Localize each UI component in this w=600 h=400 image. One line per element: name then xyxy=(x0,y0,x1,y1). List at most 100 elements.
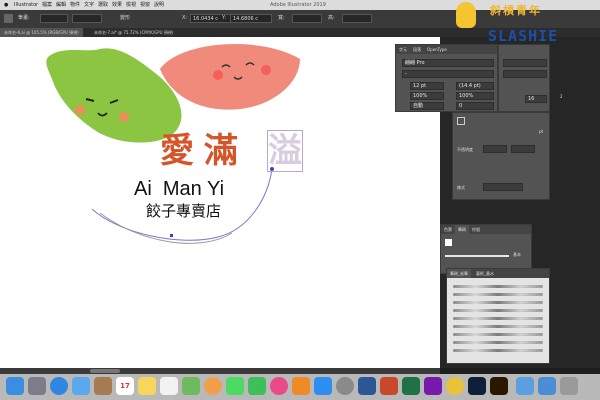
word-icon[interactable] xyxy=(358,377,376,395)
style-dropdown[interactable] xyxy=(72,14,102,23)
doc-tab-2[interactable]: 未命名-7.ai* @ 75.72% (CMYK/GPU 預視) xyxy=(90,28,177,37)
itunes-icon[interactable] xyxy=(270,377,288,395)
font-family-field[interactable]: 翩翩 Pro xyxy=(402,59,494,67)
properties-field-2[interactable] xyxy=(503,70,547,78)
chrome-icon[interactable] xyxy=(446,377,464,395)
menu-item[interactable]: 編輯 xyxy=(56,0,66,10)
apple-icon[interactable]: ● xyxy=(4,0,8,10)
profile-field[interactable] xyxy=(483,183,523,191)
tab-opentype[interactable]: OpenType xyxy=(424,45,450,54)
tab-swatches[interactable]: 色票 xyxy=(441,225,455,234)
font-size-field[interactable]: 12 pt xyxy=(410,82,444,90)
properties-panel: 16 xyxy=(498,44,550,112)
x-label: X: xyxy=(182,15,188,21)
photos-icon[interactable] xyxy=(204,377,222,395)
width-field[interactable] xyxy=(292,14,322,23)
watermark-chinese: 斜槓青年 xyxy=(490,4,542,17)
tab-ink-brushes[interactable]: 藝術_墨水 xyxy=(473,269,497,278)
basic-brush-stroke[interactable] xyxy=(445,255,509,257)
mail-icon[interactable] xyxy=(72,377,90,395)
character-panel-header: 字元 段落 OpenType xyxy=(396,45,497,54)
logo-title: 愛滿 xyxy=(160,131,248,171)
character-panel: 字元 段落 OpenType 翩翩 Pro - 12 pt (14.4 pt) … xyxy=(395,44,498,112)
tab-character[interactable]: 字元 xyxy=(396,45,410,54)
menu-item[interactable]: 說明 xyxy=(154,0,164,10)
maps-icon[interactable] xyxy=(182,377,200,395)
finder-icon[interactable] xyxy=(6,377,24,395)
stroke-style-field[interactable] xyxy=(511,145,535,153)
facetime-icon[interactable] xyxy=(248,377,266,395)
width-label: 寬: xyxy=(278,15,285,21)
selection-tool-icon[interactable] xyxy=(4,14,13,23)
properties-field-1[interactable] xyxy=(503,59,547,67)
charcoal-brush-3[interactable] xyxy=(453,301,543,304)
artboard[interactable]: 愛滿 溢 Ai Man Yi 餃子專賣店 xyxy=(0,37,440,368)
menu-item[interactable]: Illustrator xyxy=(14,0,38,10)
height-field[interactable] xyxy=(342,14,372,23)
label-opacity: 不透明度 xyxy=(457,147,473,152)
logo-subtitle: 餃子專賣店 xyxy=(146,202,222,220)
menu-item[interactable]: 視窗 xyxy=(140,0,150,10)
powerpoint-icon[interactable] xyxy=(380,377,398,395)
appearance-panel: pt 不透明度 樣式 xyxy=(452,112,550,200)
menu-item[interactable]: 物件 xyxy=(70,0,80,10)
charcoal-brush-1[interactable] xyxy=(453,285,543,288)
messages-icon[interactable] xyxy=(226,377,244,395)
safari-icon[interactable] xyxy=(50,377,68,395)
ibooks-icon[interactable] xyxy=(292,377,310,395)
transform-label[interactable]: 變形 xyxy=(120,14,130,23)
stroke-weight-field[interactable] xyxy=(483,145,507,153)
y-field[interactable]: 14.6806 c xyxy=(230,14,272,23)
charcoal-brush-8[interactable] xyxy=(453,341,543,344)
downloads-icon[interactable] xyxy=(538,377,556,395)
tab-paragraph[interactable]: 段落 xyxy=(410,45,424,54)
charcoal-brush-7[interactable] xyxy=(453,333,543,336)
reminders-icon[interactable] xyxy=(160,377,178,395)
brushes-panel: 色票 筆刷 符號 基本 xyxy=(440,224,532,274)
brushes-panel-header: 色票 筆刷 符號 xyxy=(441,225,531,234)
photoshop-icon[interactable] xyxy=(468,377,486,395)
tab-brushes[interactable]: 筆刷 xyxy=(455,225,469,234)
illustrator-icon[interactable] xyxy=(490,377,508,395)
horizontal-scale-field[interactable]: 100% xyxy=(410,92,444,100)
tab-symbols[interactable]: 符號 xyxy=(469,225,483,234)
watermark-english: SLASHIE xyxy=(488,27,559,45)
y-label: Y: xyxy=(222,15,227,21)
doc-tab-1[interactable]: 未命名-6.ai @ 105.5% (RGB/GPU 預視) xyxy=(0,28,83,37)
brush-swatch[interactable] xyxy=(445,239,452,246)
calendar-icon[interactable]: 17 xyxy=(116,377,134,395)
kerning-field[interactable]: 0 xyxy=(456,102,494,110)
charcoal-brush-6[interactable] xyxy=(453,325,543,328)
menu-item[interactable]: 選取 xyxy=(98,0,108,10)
checkbox[interactable] xyxy=(457,117,465,125)
logo-english: Ai Man Yi xyxy=(134,178,225,200)
value-16-field[interactable]: 16 xyxy=(525,95,547,103)
horizontal-scrollbar[interactable] xyxy=(90,369,120,373)
charcoal-brush-2[interactable] xyxy=(453,293,543,296)
folder-icon[interactable] xyxy=(516,377,534,395)
charcoal-brush-9[interactable] xyxy=(453,349,543,352)
app-store-icon[interactable] xyxy=(314,377,332,395)
charcoal-brush-4[interactable] xyxy=(453,309,543,312)
logo-extra-char[interactable]: 溢 xyxy=(267,130,303,172)
charcoal-brush-5[interactable] xyxy=(453,317,543,320)
menu-item[interactable]: 效果 xyxy=(112,0,122,10)
pink-dumpling-illustration xyxy=(160,44,300,110)
system-preferences-icon[interactable] xyxy=(336,377,354,395)
launchpad-icon[interactable] xyxy=(28,377,46,395)
window-title: Adobe Illustrator 2019 xyxy=(270,2,326,8)
font-style-field[interactable]: - xyxy=(402,70,494,78)
notes-icon[interactable] xyxy=(138,377,156,395)
onenote-icon[interactable] xyxy=(424,377,442,395)
menu-item[interactable]: 檢視 xyxy=(126,0,136,10)
menu-item[interactable]: 檔案 xyxy=(42,0,52,10)
leading-field[interactable]: (14.4 pt) xyxy=(456,82,494,90)
contacts-icon[interactable] xyxy=(94,377,112,395)
vertical-scale-field[interactable]: 100% xyxy=(456,92,494,100)
excel-icon[interactable] xyxy=(402,377,420,395)
tab-charcoal-brushes[interactable]: 筆刷_炭筆 xyxy=(447,269,471,278)
trash-icon[interactable] xyxy=(560,377,578,395)
stroke-dropdown[interactable] xyxy=(40,14,68,23)
tracking-field[interactable]: 自動 xyxy=(410,102,444,110)
menu-item[interactable]: 文字 xyxy=(84,0,94,10)
